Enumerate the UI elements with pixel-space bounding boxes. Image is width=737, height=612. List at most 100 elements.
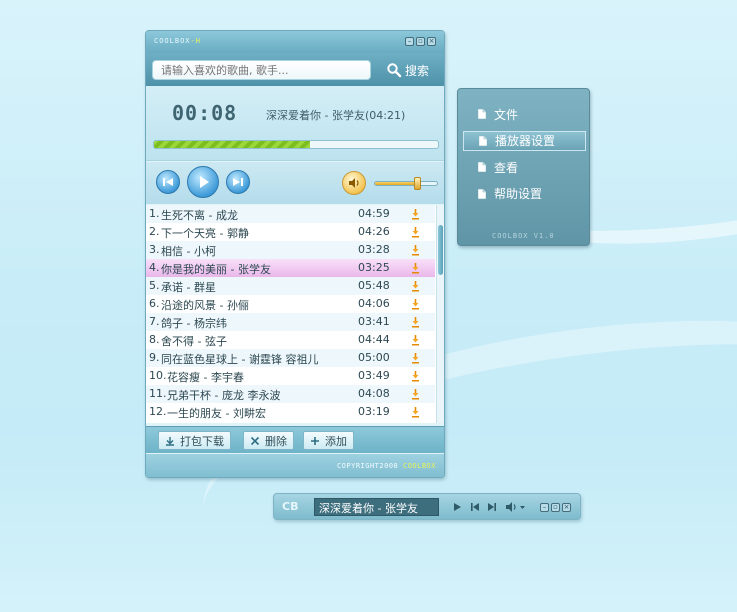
playlist-row[interactable]: 11. 兄弟干杯 - 庞龙 李永波 04:08 bbox=[146, 385, 435, 403]
track-duration: 04:06 bbox=[358, 297, 390, 310]
add-button[interactable]: 添加 bbox=[303, 431, 354, 450]
search-input[interactable] bbox=[152, 60, 371, 80]
play-timer: 00:08 bbox=[172, 101, 238, 125]
previous-button[interactable] bbox=[156, 170, 180, 194]
track-title: 承诺 - 群星 bbox=[161, 281, 216, 294]
menu-item-label: 播放器设置 bbox=[495, 134, 556, 148]
playlist-row[interactable]: 9. 同在蓝色星球上 - 谢霆锋 容祖儿 05:00 bbox=[146, 349, 435, 367]
volume-fill bbox=[375, 182, 419, 185]
download-icon[interactable] bbox=[411, 262, 420, 274]
add-label: 添加 bbox=[325, 434, 347, 448]
playlist-row[interactable]: 2. 下一个天亮 - 郭静 04:26 bbox=[146, 223, 435, 241]
playlist-row[interactable]: 5. 承诺 - 群星 05:48 bbox=[146, 277, 435, 295]
menu-item[interactable]: 查看 bbox=[463, 157, 586, 177]
mini-player[interactable]: CB 深深爱着你 - 张学友 – ▫ × bbox=[273, 493, 581, 520]
track-number: 3. bbox=[149, 243, 160, 256]
volume-slider[interactable] bbox=[374, 177, 438, 190]
document-icon bbox=[478, 109, 486, 119]
menu-version: COOLBOX V1.0 bbox=[492, 232, 555, 240]
track-duration: 05:48 bbox=[358, 279, 390, 292]
document-icon bbox=[478, 188, 486, 199]
search-button[interactable]: 搜索 bbox=[386, 61, 429, 79]
track-duration: 03:28 bbox=[358, 243, 390, 256]
track-title: 兄弟干杯 - 庞龙 李永波 bbox=[167, 389, 281, 402]
download-icon bbox=[166, 436, 174, 446]
playlist: 1. 生死不离 - 成龙 04:59 2. 下一个天亮 - 郭静 04:26 3. 相信 - … bbox=[146, 205, 444, 423]
mini-minimize-button[interactable]: – bbox=[540, 503, 549, 512]
mini-play-icon[interactable] bbox=[451, 501, 463, 513]
playlist-row[interactable]: 1. 生死不离 - 成龙 04:59 bbox=[146, 205, 435, 223]
download-icon[interactable] bbox=[411, 280, 420, 292]
progress-fill bbox=[154, 141, 311, 148]
download-icon[interactable] bbox=[411, 370, 420, 382]
playlist-row[interactable]: 4. 你是我的美丽 - 张学友 03:25 bbox=[146, 259, 435, 277]
download-icon[interactable] bbox=[411, 316, 420, 328]
track-title: 你是我的美丽 - 张学友 bbox=[161, 263, 271, 276]
track-title: 花容瘦 - 李宇春 bbox=[167, 371, 244, 384]
download-icon[interactable] bbox=[411, 352, 420, 364]
speaker-icon bbox=[349, 178, 359, 188]
playlist-row[interactable]: 7. 鸽子 - 杨宗纬 03:41 bbox=[146, 313, 435, 331]
menu-item[interactable]: 文件 bbox=[463, 104, 586, 124]
track-number: 5. bbox=[149, 279, 160, 292]
track-duration: 03:19 bbox=[358, 405, 390, 418]
progress-bar[interactable] bbox=[153, 140, 439, 149]
track-duration: 03:49 bbox=[358, 369, 390, 382]
mini-next-icon[interactable] bbox=[486, 501, 498, 513]
track-number: 8. bbox=[149, 333, 160, 346]
track-title: 一生的朋友 - 刘畊宏 bbox=[167, 407, 266, 420]
playlist-row[interactable]: 10. 花容瘦 - 李宇春 03:49 bbox=[146, 367, 435, 385]
play-icon bbox=[200, 176, 209, 188]
search-button-label: 搜索 bbox=[405, 63, 430, 78]
track-title: 舍不得 - 弦子 bbox=[161, 335, 227, 348]
download-icon[interactable] bbox=[411, 208, 420, 220]
scroll-thumb[interactable] bbox=[438, 225, 443, 275]
download-icon[interactable] bbox=[411, 388, 420, 400]
track-number: 9. bbox=[149, 351, 160, 364]
player-footer: COPYRIGHT2008 COOLBOX bbox=[146, 454, 444, 477]
track-number: 2. bbox=[149, 225, 160, 238]
playlist-row[interactable]: 3. 相信 - 小柯 03:28 bbox=[146, 241, 435, 259]
close-button[interactable]: × bbox=[427, 37, 436, 46]
playlist-row[interactable]: 12. 一生的朋友 - 刘畊宏 03:19 bbox=[146, 403, 435, 421]
delete-label: 删除 bbox=[265, 434, 287, 448]
play-button[interactable] bbox=[187, 166, 219, 198]
track-number: 12. bbox=[149, 405, 167, 418]
download-icon[interactable] bbox=[411, 244, 420, 256]
delete-button[interactable]: 删除 bbox=[243, 431, 294, 450]
menu-item-label: 文件 bbox=[494, 107, 519, 122]
mini-volume-icon[interactable] bbox=[505, 501, 527, 513]
playlist-scrollbar[interactable] bbox=[436, 205, 444, 423]
mini-restore-button[interactable]: ▫ bbox=[551, 503, 560, 512]
download-icon[interactable] bbox=[411, 334, 420, 346]
minimize-button[interactable]: – bbox=[405, 37, 414, 46]
track-title: 相信 - 小柯 bbox=[161, 245, 216, 258]
track-number: 6. bbox=[149, 297, 160, 310]
download-icon[interactable] bbox=[411, 298, 420, 310]
playlist-row[interactable]: 8. 舍不得 - 弦子 04:44 bbox=[146, 331, 435, 349]
copyright-text: COPYRIGHT2008 COOLBOX bbox=[336, 462, 436, 470]
next-button[interactable] bbox=[226, 170, 250, 194]
volume-button[interactable] bbox=[342, 171, 366, 195]
track-duration: 05:00 bbox=[358, 351, 390, 364]
menu-item[interactable]: 播放器设置 bbox=[463, 130, 586, 151]
download-icon[interactable] bbox=[411, 226, 420, 238]
track-duration: 04:44 bbox=[358, 333, 390, 346]
track-duration: 03:41 bbox=[358, 315, 390, 328]
mini-close-button[interactable]: × bbox=[562, 503, 571, 512]
mini-mode-button[interactable]: ▫ bbox=[416, 37, 425, 46]
player-titlebar[interactable]: COOLBOX-H – ▫ × bbox=[146, 31, 444, 53]
delete-icon bbox=[250, 436, 260, 445]
mini-previous-icon[interactable] bbox=[469, 501, 481, 513]
batch-download-label: 打包下载 bbox=[180, 434, 224, 448]
volume-knob[interactable] bbox=[414, 177, 422, 190]
playlist-row[interactable]: 6. 沿途的风景 - 孙俪 04:06 bbox=[146, 295, 435, 313]
now-playing-panel: 00:08 深深爱着你 - 张学友(04:21) bbox=[146, 86, 444, 161]
track-title: 鸽子 - 杨宗纬 bbox=[161, 317, 227, 330]
menu-item[interactable]: 帮助设置 bbox=[463, 184, 586, 204]
track-number: 4. bbox=[149, 261, 160, 274]
settings-menu: 文件播放器设置查看帮助设置 COOLBOX V1.0 bbox=[457, 88, 590, 246]
batch-download-button[interactable]: 打包下载 bbox=[158, 431, 231, 450]
mini-now-playing: 深深爱着你 - 张学友 bbox=[314, 498, 439, 516]
download-icon[interactable] bbox=[411, 406, 420, 418]
